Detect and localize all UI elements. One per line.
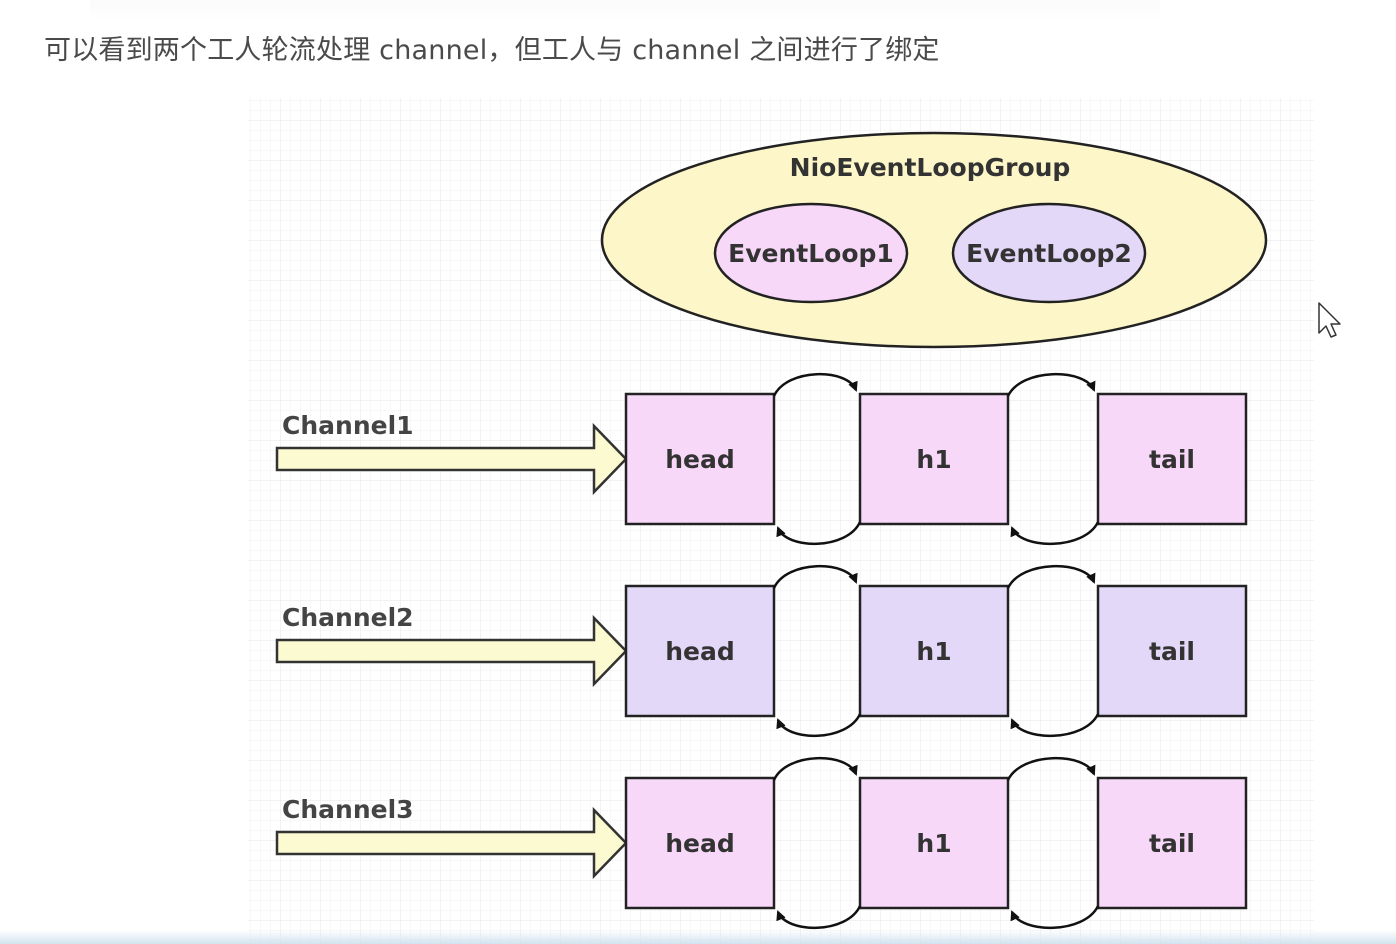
- handler-label: h1: [916, 829, 951, 858]
- handler-label: tail: [1149, 637, 1195, 666]
- handler-label: head: [665, 445, 735, 474]
- event-loop-2: EventLoop2: [951, 202, 1147, 304]
- event-loop-label: EventLoop2: [966, 239, 1132, 268]
- handler-label: tail: [1149, 829, 1195, 858]
- channel-label: Channel3: [282, 795, 414, 824]
- channel-label: Channel2: [282, 603, 414, 632]
- page: 可以看到两个工人轮流处理 channel，但工人与 channel 之间进行了绑…: [0, 0, 1396, 944]
- handler-label: h1: [916, 637, 951, 666]
- handler-label: head: [665, 637, 735, 666]
- handler-label: h1: [916, 445, 951, 474]
- event-loop-label: EventLoop1: [728, 239, 894, 268]
- channel-label: Channel1: [282, 411, 414, 440]
- event-loop-group-title: NioEventLoopGroup: [790, 153, 1071, 182]
- event-loop-1: EventLoop1: [713, 202, 909, 304]
- handler-label: head: [665, 829, 735, 858]
- handler-label: tail: [1149, 445, 1195, 474]
- pipeline-diagram: NioEventLoopGroup EventLoop1 EventLoop2 C…: [248, 98, 1341, 944]
- bottom-fade: [0, 930, 1396, 944]
- mouse-pointer-icon: [1318, 302, 1341, 338]
